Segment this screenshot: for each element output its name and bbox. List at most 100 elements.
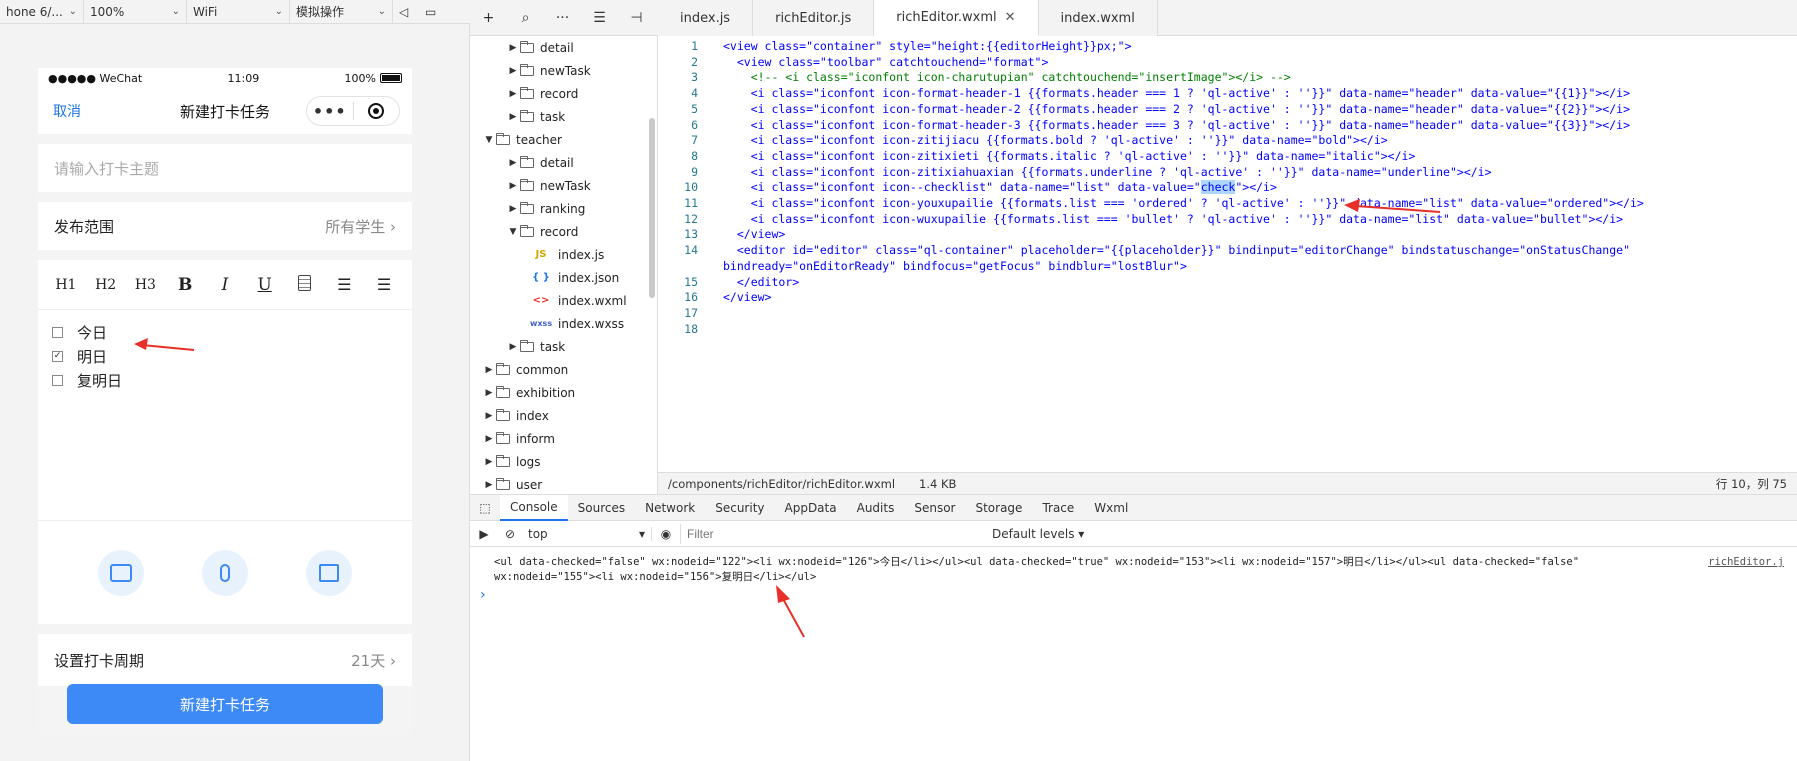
- tree-folder[interactable]: ▶ detail: [470, 151, 657, 174]
- tree-folder[interactable]: ▶ inform: [470, 427, 657, 450]
- wxss-file-icon: wxss: [530, 319, 553, 328]
- tree-folder[interactable]: ▶ task: [470, 105, 657, 128]
- ordered-list-button[interactable]: ☰: [331, 275, 357, 294]
- tree-folder[interactable]: ▶ task: [470, 335, 657, 358]
- context-select[interactable]: top ▾: [522, 526, 652, 541]
- more-dots-icon: •••: [312, 101, 347, 121]
- tab-network[interactable]: Network: [635, 495, 705, 521]
- folder-icon: [520, 224, 534, 237]
- tree-scrollbar[interactable]: [649, 118, 655, 298]
- tab-appdata[interactable]: AppData: [775, 495, 847, 521]
- h2-button[interactable]: H2: [93, 277, 119, 293]
- levels-select[interactable]: Default levels ▾: [992, 527, 1084, 541]
- device-select[interactable]: hone 6/... ⌄: [0, 0, 84, 24]
- code-editor[interactable]: 1 <view class="container" style="height:{…: [658, 36, 1797, 472]
- time-label: 11:09: [227, 71, 260, 85]
- create-task-button[interactable]: 新建打卡任务: [67, 684, 383, 724]
- tab-wxml[interactable]: Wxml: [1084, 495, 1138, 521]
- checklist-item[interactable]: ✓ 明日: [52, 344, 398, 368]
- tab-security[interactable]: Security: [705, 495, 774, 521]
- checklist-item[interactable]: 今日: [52, 320, 398, 344]
- code-line: <i class="iconfont icon-zitijiacu {{form…: [723, 133, 1388, 148]
- bold-button[interactable]: B: [172, 275, 198, 295]
- more-button[interactable]: •••: [307, 102, 353, 121]
- record-audio-button[interactable]: [202, 549, 248, 596]
- tree-folder[interactable]: ▶ exhibition: [470, 381, 657, 404]
- console-prompt[interactable]: ›: [480, 587, 486, 603]
- tab-index-wxml[interactable]: index.wxml: [1038, 0, 1158, 36]
- insert-image-button[interactable]: [98, 549, 144, 596]
- cancel-button[interactable]: 取消: [53, 101, 81, 121]
- tree-folder[interactable]: ▶ newTask: [470, 174, 657, 197]
- tree-folder[interactable]: ▼ record: [470, 220, 657, 243]
- tree-folder[interactable]: ▶ newTask: [470, 59, 657, 82]
- topic-placeholder: 请输入打卡主题: [54, 159, 160, 178]
- tab-index-js[interactable]: index.js: [658, 0, 754, 36]
- italic-button[interactable]: I: [212, 275, 238, 295]
- tree-item-label: detail: [540, 155, 574, 170]
- attach-file-button[interactable]: [306, 549, 352, 596]
- h1-button[interactable]: H1: [53, 277, 79, 293]
- filter-input[interactable]: [680, 523, 980, 544]
- search-button[interactable]: ⌕: [507, 0, 544, 36]
- tab-console[interactable]: Console: [500, 494, 568, 521]
- tree-folder[interactable]: ▼ teacher: [470, 128, 657, 151]
- inspect-button[interactable]: ⬚: [470, 495, 500, 521]
- scope-row[interactable]: 发布范围 所有学生 ›: [38, 202, 412, 250]
- tab-richeditor-wxml[interactable]: richEditor.wxml ✕: [874, 0, 1039, 36]
- cursor-position: 行 10，列 75: [1715, 476, 1787, 491]
- add-file-button[interactable]: +: [470, 0, 507, 36]
- rich-editor[interactable]: 今日 ✓ 明日 复明日: [38, 310, 412, 520]
- topic-input[interactable]: 请输入打卡主题: [38, 144, 412, 192]
- line-number: 15: [684, 274, 698, 289]
- tab-richeditor-js[interactable]: richEditor.js: [753, 0, 875, 36]
- tree-folder[interactable]: ▶ common: [470, 358, 657, 381]
- tree-folder[interactable]: ▶ index: [470, 404, 657, 427]
- nav-bar: 新建打卡任务 取消 •••: [38, 88, 412, 134]
- period-row[interactable]: 设置打卡周期 21天 ›: [38, 634, 412, 686]
- checklist-item[interactable]: 复明日: [52, 368, 398, 392]
- operation-select[interactable]: 模拟操作 ⌄: [290, 0, 393, 24]
- tree-file[interactable]: { } index.json: [470, 266, 657, 289]
- tab-audits[interactable]: Audits: [847, 495, 905, 521]
- chevron-right-icon: ›: [390, 651, 396, 670]
- tab-sensor[interactable]: Sensor: [904, 495, 965, 521]
- h3-button[interactable]: H3: [132, 277, 158, 293]
- simulator-toolbar: hone 6/... ⌄ 100% ⌄ WiFi ⌄ 模拟操作 ⌄ ◁ ▭: [0, 0, 470, 24]
- collapse-sidebar-button[interactable]: ⊣: [618, 0, 655, 36]
- chevron-down-icon: ⌄: [68, 6, 77, 17]
- close-miniprogram-button[interactable]: [354, 103, 400, 119]
- collapse-icon: ⊣: [630, 9, 643, 26]
- source-link[interactable]: richEditor.j: [1708, 555, 1784, 570]
- tab-sources[interactable]: Sources: [568, 495, 635, 521]
- tree-folder[interactable]: ▶ detail: [470, 36, 657, 59]
- eye-icon[interactable]: ◉: [652, 527, 680, 541]
- rotate-button[interactable]: ▭: [419, 0, 445, 24]
- tab-storage[interactable]: Storage: [965, 495, 1032, 521]
- tree-folder[interactable]: ▶ record: [470, 82, 657, 105]
- chevron-right-icon: ›: [390, 217, 396, 236]
- tree-file[interactable]: wxss index.wxss: [470, 312, 657, 335]
- tree-file[interactable]: <> index.wxml: [470, 289, 657, 312]
- tab-trace[interactable]: Trace: [1032, 495, 1084, 521]
- clear-console-icon[interactable]: ⊘: [498, 527, 522, 541]
- more-button[interactable]: ···: [544, 0, 581, 36]
- tree-folder[interactable]: ▶ ranking: [470, 197, 657, 220]
- sort-button[interactable]: ☰: [581, 0, 618, 36]
- line-number: 4: [691, 86, 698, 101]
- mute-button[interactable]: ◁: [393, 0, 419, 24]
- bullet-list-button[interactable]: ☰: [371, 275, 397, 294]
- sidebar-toggle-icon[interactable]: ▶: [470, 527, 498, 541]
- close-icon[interactable]: ✕: [1005, 10, 1016, 25]
- chevron-right-icon: ▶: [485, 479, 493, 490]
- underline-button[interactable]: U: [252, 275, 278, 295]
- editor-status-bar: /components/richEditor/richEditor.wxml 1…: [658, 472, 1797, 494]
- checklist-button[interactable]: [291, 274, 317, 295]
- zoom-select[interactable]: 100% ⌄: [84, 0, 187, 24]
- tree-folder[interactable]: ▶ logs: [470, 450, 657, 473]
- network-select[interactable]: WiFi ⌄: [187, 0, 290, 24]
- screen-icon: ▭: [425, 4, 437, 19]
- tree-folder[interactable]: ▶ user: [470, 473, 657, 494]
- tree-file[interactable]: JS index.js: [470, 243, 657, 266]
- tab-label: index.js: [680, 10, 731, 26]
